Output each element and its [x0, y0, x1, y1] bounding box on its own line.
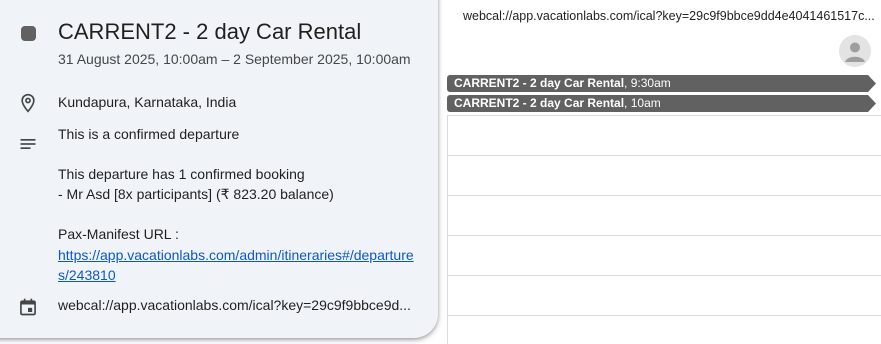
notes-icon — [18, 134, 38, 154]
event-chip-time: , 9:30am — [624, 76, 671, 90]
event-datetime: 31 August 2025, 10:00am – 2 September 20… — [58, 51, 411, 67]
event-chip-930[interactable]: CARRENT2 - 2 day Car Rental, 9:30am — [447, 75, 876, 92]
description-line: This departure has 1 confirmed booking — [58, 166, 305, 182]
description-line: - Mr Asd [8x participants] (₹ 823.20 bal… — [58, 186, 334, 202]
hour-gridline — [447, 115, 881, 116]
calendar-subscription-url: webcal://app.vacationlabs.com/ical?key=2… — [58, 297, 411, 313]
hour-gridline — [447, 275, 881, 276]
event-chip-title: CARRENT2 - 2 day Car Rental — [454, 96, 625, 110]
description-line: Pax-Manifest URL : — [58, 226, 179, 242]
day-column-divider — [447, 115, 448, 344]
event-color-swatch — [21, 26, 36, 41]
event-title: CARRENT2 - 2 day Car Rental — [58, 19, 362, 44]
hour-gridline — [447, 195, 881, 196]
calendar-icon — [18, 297, 38, 317]
hour-gridline — [447, 155, 881, 156]
pax-manifest-link[interactable]: https://app.vacationlabs.com/admin/itine… — [58, 245, 424, 285]
event-location: Kundapura, Karnataka, India — [58, 94, 237, 110]
description-line: This is a confirmed departure — [58, 126, 240, 142]
account-circle-icon[interactable] — [839, 35, 871, 67]
location-pin-icon — [18, 93, 38, 113]
event-chip-time: , 10am — [624, 96, 661, 110]
hour-gridline — [447, 235, 881, 236]
event-details-popup: CARRENT2 - 2 day Car Rental 31 August 20… — [0, 0, 438, 338]
calendar-url-header: webcal://app.vacationlabs.com/ical?key=2… — [463, 9, 875, 23]
event-chip-title: CARRENT2 - 2 day Car Rental — [454, 76, 625, 90]
hour-gridline — [447, 315, 881, 316]
event-chip-10am[interactable]: CARRENT2 - 2 day Car Rental, 10am — [447, 95, 876, 112]
